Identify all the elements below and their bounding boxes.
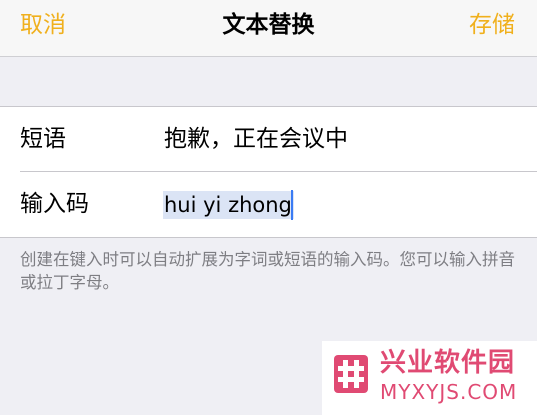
navigation-bar: 取消 文本替换 存储 (0, 0, 537, 57)
shortcut-label: 输入码 (20, 191, 89, 217)
page-title: 文本替换 (222, 12, 315, 38)
watermark-domain: MYXYJS.COM (380, 380, 518, 404)
watermark: 兴业软件园 MYXYJS.COM (322, 341, 537, 415)
phrase-row[interactable]: 短语 抱歉，正在会议中 (0, 107, 537, 172)
phrase-field[interactable]: 抱歉，正在会议中 (164, 124, 348, 154)
hash-logo-icon (334, 355, 368, 393)
shortcut-row[interactable]: 输入码 hui yi zhong (0, 172, 537, 237)
phrase-label: 短语 (20, 126, 66, 152)
text-cursor (291, 190, 293, 220)
save-button[interactable]: 存储 (469, 10, 515, 40)
shortcut-field[interactable]: hui yi zhong (163, 191, 294, 219)
watermark-name: 兴业软件园 (380, 348, 516, 378)
help-text: 创建在键入时可以自动扩展为字词或短语的输入码。您可以输入拼音或拉丁字母。 (20, 250, 515, 292)
text-replacement-form: 短语 抱歉，正在会议中 输入码 hui yi zhong (0, 106, 537, 238)
